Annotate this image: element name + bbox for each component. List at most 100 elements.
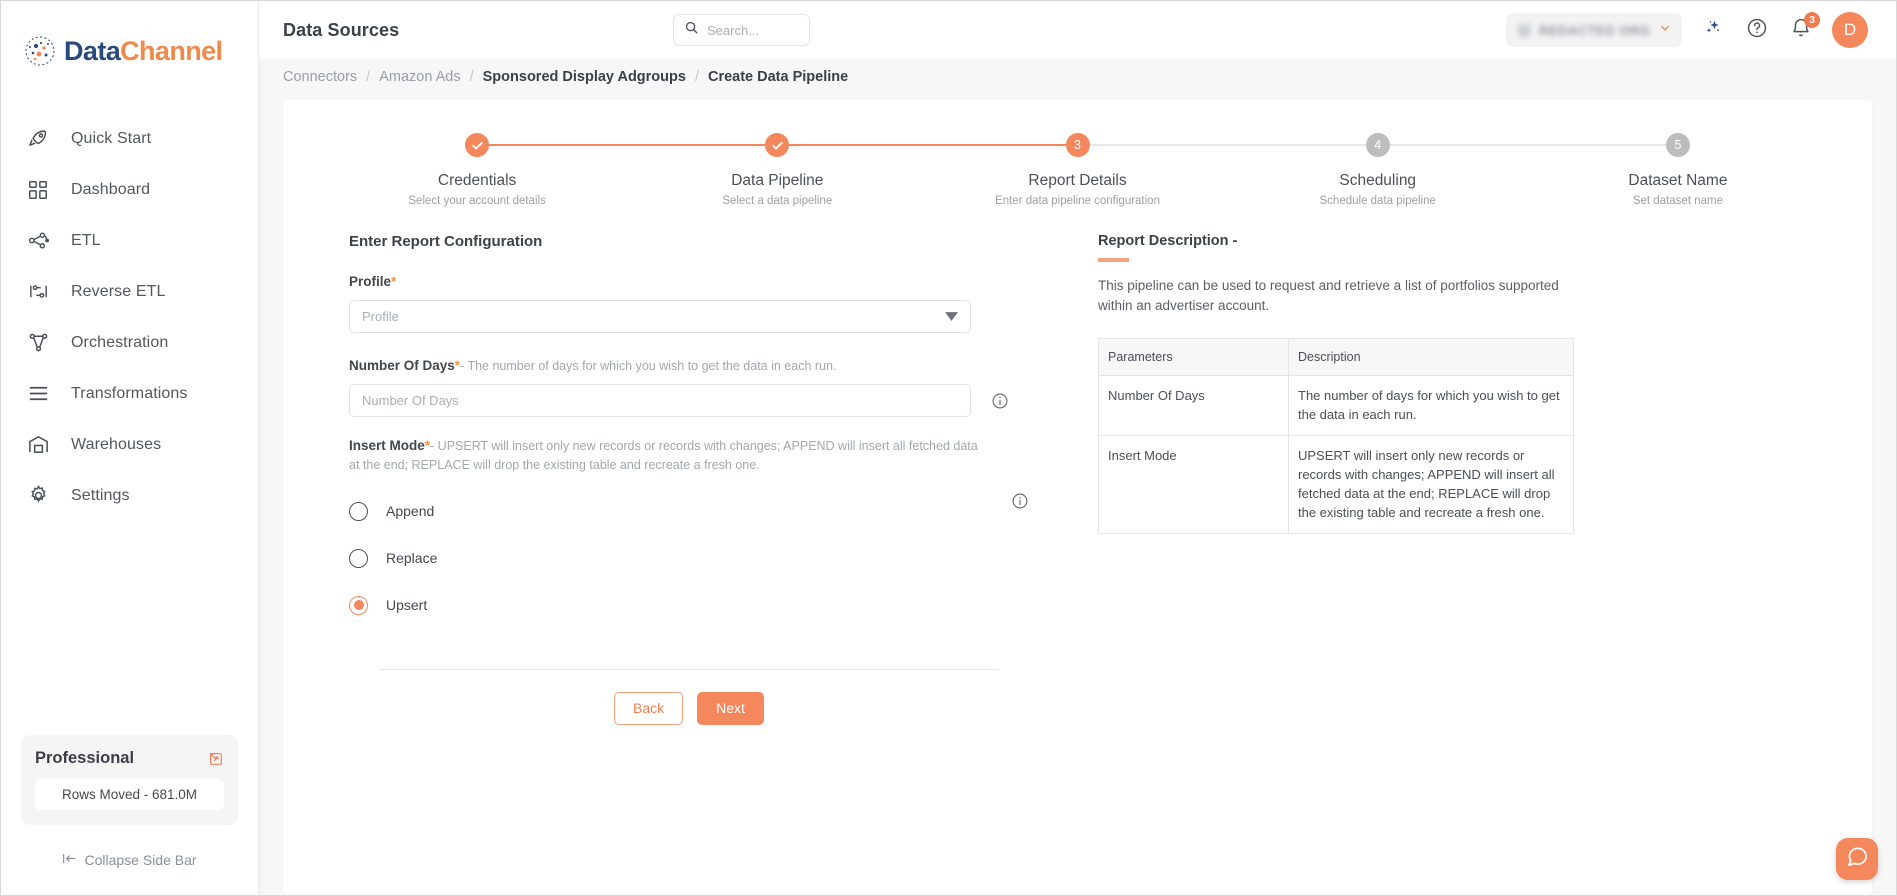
step-subtitle: Set dataset name: [1632, 195, 1723, 207]
column-header-description: Description: [1288, 338, 1574, 376]
step-dataset-name[interactable]: 5 Dataset Name Set dataset name: [1527, 131, 1828, 207]
radio-label: Replace: [386, 550, 438, 567]
brand-logo[interactable]: DataChannel: [1, 27, 258, 75]
notifications-button[interactable]: 3: [1788, 12, 1820, 43]
etl-nodes-icon: [25, 228, 51, 254]
sidebar: DataChannel Quick Start Dashboard ETL Re…: [1, 1, 259, 895]
form-section-title: Enter Report Configuration: [349, 233, 543, 250]
sidebar-item-settings[interactable]: Settings: [1, 470, 258, 521]
collapse-sidebar-label: Collapse Side Bar: [84, 852, 197, 868]
external-link-icon[interactable]: [208, 751, 224, 767]
step-title: Scheduling: [1339, 172, 1417, 189]
parameters-table-body: Number Of Days The number of days for wh…: [1098, 374, 1574, 535]
sidebar-item-warehouses[interactable]: Warehouses: [1, 419, 258, 470]
report-description-body: This pipeline can be used to request and…: [1098, 277, 1559, 313]
table-row: Insert Mode UPSERT will insert only new …: [1098, 435, 1574, 535]
breadcrumb-separator: /: [694, 69, 699, 85]
step-credentials[interactable]: Credentials Select your account details: [327, 131, 628, 207]
breadcrumb-item-sponsored-display-adgroups[interactable]: Sponsored Display Adgroups: [483, 69, 686, 85]
cell-parameter: Insert Mode: [1098, 435, 1289, 535]
radio-label: Upsert: [386, 597, 428, 614]
step-scheduling[interactable]: 4 Scheduling Schedule data pipeline: [1227, 131, 1528, 207]
search-box[interactable]: [673, 14, 810, 46]
sidebar-item-label: Warehouses: [71, 435, 162, 453]
brand-part-2: Channel: [120, 35, 223, 66]
radio-upsert[interactable]: [349, 595, 368, 615]
sidebar-item-etl[interactable]: ETL: [1, 215, 258, 266]
info-circle-icon[interactable]: [991, 392, 1009, 410]
insert-mode-info-circle-icon[interactable]: [1011, 492, 1029, 510]
top-bar-actions: REDACTED ORG 3 D: [1506, 12, 1868, 48]
step-track: 5: [1527, 131, 1828, 159]
insert-mode-option-append[interactable]: Append: [349, 488, 1029, 535]
table-header-row: Parameters Description: [1098, 338, 1574, 376]
step-track: [627, 131, 928, 159]
insert-mode-option-upsert[interactable]: Upsert: [349, 582, 1029, 629]
sidebar-item-dashboard[interactable]: Dashboard: [1, 164, 258, 215]
avatar[interactable]: D: [1832, 12, 1868, 48]
sidebar-item-label: Quick Start: [71, 129, 152, 147]
content-card: Credentials Select your account details …: [283, 100, 1872, 895]
step-subtitle: Enter data pipeline configuration: [995, 195, 1160, 207]
help-button[interactable]: [1744, 17, 1770, 43]
top-bar: Data Sources REDACTED ORG: [259, 1, 1896, 59]
column-header-parameters: Parameters: [1098, 338, 1289, 376]
breadcrumb-item-amazon-ads[interactable]: Amazon Ads: [379, 69, 460, 85]
datachannel-logo-icon: [25, 36, 55, 66]
sidebar-item-reverse-etl[interactable]: Reverse ETL: [1, 266, 258, 317]
step-title: Data Pipeline: [731, 172, 824, 189]
form-divider: [379, 668, 999, 670]
chevron-down-icon: [1658, 21, 1672, 40]
radio-append[interactable]: [349, 501, 368, 521]
search-input[interactable]: [707, 22, 799, 38]
profile-select[interactable]: [349, 300, 971, 334]
step-bar-left: [1527, 144, 1666, 146]
plan-card: Professional Rows Moved - 681.0M: [21, 735, 238, 825]
help-circle-icon: [1746, 17, 1768, 44]
insert-mode-hint: - UPSERT will insert only new records or…: [349, 439, 978, 472]
breadcrumb-item-create-data-pipeline: Create Data Pipeline: [707, 69, 849, 85]
breadcrumb-separator: /: [366, 69, 371, 85]
report-configuration-form: Enter Report Configuration Profile* Prof…: [349, 233, 1049, 725]
step-bar-right: [1389, 144, 1528, 146]
sidebar-item-label: Orchestration: [71, 333, 169, 351]
next-button[interactable]: Next: [697, 691, 764, 725]
report-description-panel: Report Description - This pipeline can b…: [1073, 233, 1593, 725]
step-bar-right: [1690, 144, 1828, 146]
number-of-days-input[interactable]: [349, 384, 971, 418]
gear-icon: [25, 483, 51, 509]
ai-assistant-button[interactable]: [1700, 17, 1726, 43]
brand-wordmark: DataChannel: [64, 35, 223, 66]
main-area: Data Sources REDACTED ORG: [259, 1, 1896, 895]
sidebar-item-label: Settings: [71, 486, 130, 504]
step-bar-left: [1227, 144, 1366, 146]
back-button[interactable]: Back: [614, 691, 684, 725]
sidebar-item-orchestration[interactable]: Orchestration: [1, 317, 258, 368]
step-title: Credentials: [437, 172, 517, 189]
search-icon: [684, 20, 699, 40]
step-data-pipeline[interactable]: Data Pipeline Select a data pipeline: [627, 131, 928, 207]
insert-mode-option-replace[interactable]: Replace: [349, 535, 1029, 582]
sidebar-item-quick-start[interactable]: Quick Start: [1, 113, 258, 164]
number-of-days-label: Number Of Days*- The number of days for …: [349, 357, 1049, 375]
breadcrumb-item-connectors[interactable]: Connectors: [283, 69, 357, 85]
cell-parameter: Number Of Days: [1098, 374, 1289, 437]
report-description-underline: [1098, 258, 1129, 262]
profile-field-group: Profile*: [349, 273, 1049, 334]
report-description-title: Report Description -: [1098, 233, 1238, 249]
step-report-details[interactable]: 3 Report Details Enter data pipeline con…: [927, 131, 1228, 207]
parameters-table-head: Parameters Description: [1098, 338, 1574, 376]
sidebar-item-transformations[interactable]: Transformations: [1, 368, 258, 419]
plan-name: Professional: [35, 749, 135, 767]
required-marker: *: [391, 274, 397, 289]
chat-support-button[interactable]: [1836, 838, 1878, 880]
step-subtitle: Schedule data pipeline: [1319, 195, 1436, 207]
insert-mode-options: Append Replace Upsert: [349, 488, 1029, 629]
number-of-days-row: [349, 384, 1049, 418]
insert-mode-label: Insert Mode*- UPSERT will insert only ne…: [349, 437, 979, 473]
radio-replace[interactable]: [349, 548, 368, 568]
table-row: Number Of Days The number of days for wh…: [1098, 374, 1574, 437]
collapse-sidebar-button[interactable]: Collapse Side Bar: [1, 839, 258, 881]
profile-label: Profile*: [349, 273, 1049, 291]
organization-selector[interactable]: REDACTED ORG: [1506, 13, 1682, 47]
